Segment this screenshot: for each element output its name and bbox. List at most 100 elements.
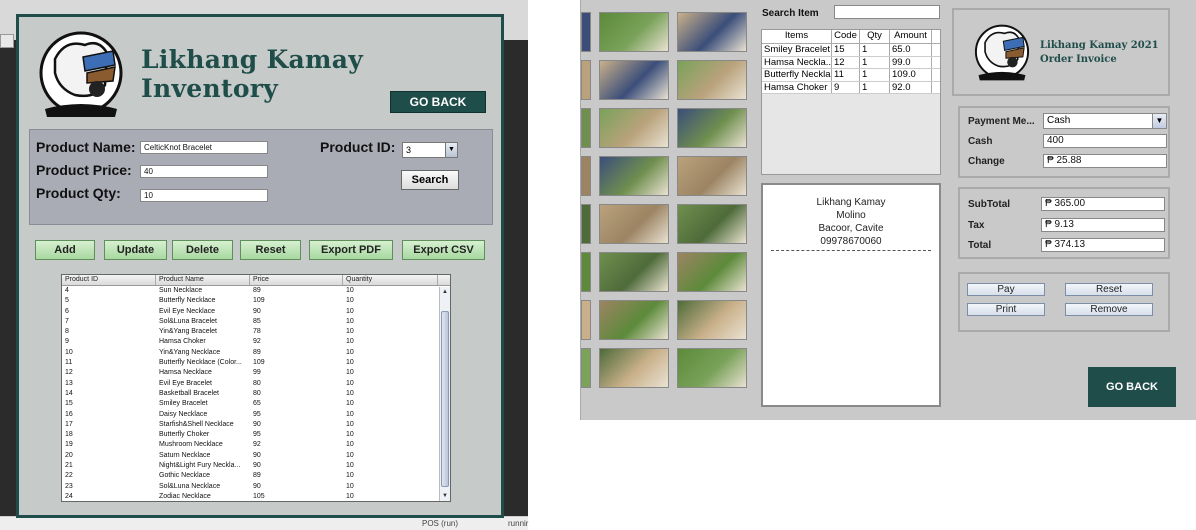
table-cell: 10 bbox=[346, 328, 354, 336]
export-pdf-button[interactable]: Export PDF bbox=[309, 240, 393, 260]
table-row[interactable]: 17 Starfish&Shell Necklace 90 10 bbox=[62, 420, 450, 430]
update-button[interactable]: Update bbox=[104, 240, 167, 260]
cart-cell: Butterfly Neckla... bbox=[764, 69, 832, 81]
search-item-input[interactable] bbox=[834, 5, 940, 19]
product-image-tile[interactable] bbox=[599, 348, 669, 388]
table-scrollbar[interactable]: ▲ ▼ bbox=[439, 287, 450, 501]
product-id-label: Product ID: bbox=[320, 139, 396, 155]
table-cell: Basketball Bracelet bbox=[159, 389, 219, 397]
cart-row[interactable]: Smiley Bracelet 15 1 65.0 bbox=[762, 44, 940, 57]
product-image-tile[interactable] bbox=[581, 156, 591, 196]
product-image-tile[interactable] bbox=[581, 348, 591, 388]
table-row[interactable]: 12 Hamsa Necklace 99 10 bbox=[62, 368, 450, 378]
column-header-code[interactable]: Code bbox=[832, 30, 860, 43]
delete-button[interactable]: Delete bbox=[172, 240, 233, 260]
chevron-down-icon[interactable]: ▼ bbox=[1152, 114, 1166, 128]
table-row[interactable]: 8 Yin&Yang Bracelet 78 10 bbox=[62, 327, 450, 337]
product-price-field[interactable]: 40 bbox=[140, 165, 268, 178]
product-image-tile[interactable] bbox=[677, 60, 747, 100]
table-row[interactable]: 22 Gothic Necklace 89 10 bbox=[62, 471, 450, 481]
product-image-tile[interactable] bbox=[599, 156, 669, 196]
product-image-tile[interactable] bbox=[677, 156, 747, 196]
product-name-field[interactable]: CelticKnot Bracelet bbox=[140, 141, 268, 154]
column-header-product-id[interactable]: Product ID bbox=[62, 275, 156, 285]
product-image-tile[interactable] bbox=[599, 108, 669, 148]
product-id-select[interactable]: 3 ▼ bbox=[402, 142, 458, 158]
change-field: ₱ 25.88 bbox=[1043, 154, 1167, 168]
print-button[interactable]: Print bbox=[967, 303, 1045, 316]
table-cell: 11 bbox=[65, 359, 73, 367]
column-header-product-name[interactable]: Product Name bbox=[156, 275, 250, 285]
payment-method-select[interactable]: Cash ▼ bbox=[1043, 113, 1167, 129]
product-image-tile[interactable] bbox=[677, 204, 747, 244]
subtotal-label: SubTotal bbox=[968, 199, 1011, 210]
table-row[interactable]: 15 Smiley Bracelet 65 10 bbox=[62, 399, 450, 409]
table-row[interactable]: 19 Mushroom Necklace 92 10 bbox=[62, 440, 450, 450]
remove-button[interactable]: Remove bbox=[1065, 303, 1153, 316]
reset-button[interactable]: Reset bbox=[240, 240, 301, 260]
table-row[interactable]: 14 Basketball Bracelet 80 10 bbox=[62, 389, 450, 399]
column-header-qty[interactable]: Qty bbox=[860, 30, 890, 43]
table-cell: 10 bbox=[65, 348, 73, 356]
table-cell: 4 bbox=[65, 287, 69, 294]
table-cell: 10 bbox=[346, 297, 354, 305]
export-csv-button[interactable]: Export CSV bbox=[402, 240, 485, 260]
table-row[interactable]: 10 Yin&Yang Necklace 89 10 bbox=[62, 348, 450, 358]
product-image-tile[interactable] bbox=[599, 12, 669, 52]
table-cell: 92 bbox=[253, 338, 261, 346]
chevron-down-icon[interactable]: ▼ bbox=[445, 143, 457, 157]
table-row[interactable]: 23 Sol&Luna Necklace 90 10 bbox=[62, 482, 450, 492]
product-image-tile[interactable] bbox=[581, 108, 591, 148]
go-back-button[interactable]: GO BACK bbox=[390, 91, 486, 113]
product-image-tile[interactable] bbox=[599, 252, 669, 292]
cash-field[interactable]: 400 bbox=[1043, 134, 1167, 148]
ide-toolbar-button[interactable] bbox=[0, 34, 14, 48]
product-image-tile[interactable] bbox=[581, 60, 591, 100]
column-header-price[interactable]: Price bbox=[250, 275, 343, 285]
table-row[interactable]: 5 Butterfly Necklace 109 10 bbox=[62, 296, 450, 306]
go-back-button[interactable]: GO BACK bbox=[1088, 367, 1176, 407]
table-row[interactable]: 24 Zodiac Necklace 105 10 bbox=[62, 492, 450, 501]
table-row[interactable]: 18 Butterfly Choker 95 10 bbox=[62, 430, 450, 440]
search-item-label: Search Item bbox=[762, 8, 819, 19]
product-image-tile[interactable] bbox=[677, 108, 747, 148]
product-image-tile[interactable] bbox=[677, 252, 747, 292]
product-image-tile[interactable] bbox=[599, 204, 669, 244]
product-image-tile[interactable] bbox=[581, 12, 591, 52]
product-image-tile[interactable] bbox=[677, 348, 747, 388]
table-cell: 109 bbox=[253, 359, 265, 367]
table-row[interactable]: 7 Sol&Luna Bracelet 85 10 bbox=[62, 317, 450, 327]
product-image-tile[interactable] bbox=[581, 204, 591, 244]
table-row[interactable]: 11 Butterfly Necklace (Color... 109 10 bbox=[62, 358, 450, 368]
scrollbar-thumb[interactable] bbox=[441, 311, 449, 487]
column-header-items[interactable]: Items bbox=[762, 30, 832, 43]
pay-button[interactable]: Pay bbox=[967, 283, 1045, 296]
column-header-amount[interactable]: Amount bbox=[890, 30, 932, 43]
table-row[interactable]: 21 Night&Light Fury Neckla... 90 10 bbox=[62, 461, 450, 471]
product-image-tile[interactable] bbox=[599, 60, 669, 100]
table-cell: 14 bbox=[65, 389, 73, 397]
product-image-tile[interactable] bbox=[677, 12, 747, 52]
scroll-up-icon[interactable]: ▲ bbox=[440, 287, 450, 297]
scroll-down-icon[interactable]: ▼ bbox=[440, 491, 450, 501]
product-image-tile[interactable] bbox=[581, 252, 591, 292]
table-cell: 92 bbox=[253, 441, 261, 449]
product-qty-field[interactable]: 10 bbox=[140, 189, 268, 202]
add-button[interactable]: Add bbox=[35, 240, 95, 260]
cart-row[interactable]: Hamsa Neckla... 12 1 99.0 bbox=[762, 56, 940, 69]
product-image-tile[interactable] bbox=[581, 300, 591, 340]
table-row[interactable]: 9 Hamsa Choker 92 10 bbox=[62, 337, 450, 347]
product-image-tile[interactable] bbox=[599, 300, 669, 340]
cart-row[interactable]: Hamsa Choker 9 1 92.0 bbox=[762, 81, 940, 94]
table-row[interactable]: 13 Evil Eye Bracelet 80 10 bbox=[62, 379, 450, 389]
reset-button[interactable]: Reset bbox=[1065, 283, 1153, 296]
product-image-tile[interactable] bbox=[677, 300, 747, 340]
table-row[interactable]: 20 Saturn Necklace 90 10 bbox=[62, 451, 450, 461]
table-cell: 90 bbox=[253, 482, 261, 490]
table-row[interactable]: 16 Daisy Necklace 95 10 bbox=[62, 410, 450, 420]
table-row[interactable]: 6 Evil Eye Necklace 90 10 bbox=[62, 307, 450, 317]
column-header-quantity[interactable]: Quantity bbox=[343, 275, 438, 285]
cart-row[interactable]: Butterfly Neckla... 11 1 109.0 bbox=[762, 69, 940, 82]
table-row[interactable]: 4 Sun Necklace 89 10 bbox=[62, 286, 450, 296]
search-button[interactable]: Search bbox=[401, 170, 459, 190]
